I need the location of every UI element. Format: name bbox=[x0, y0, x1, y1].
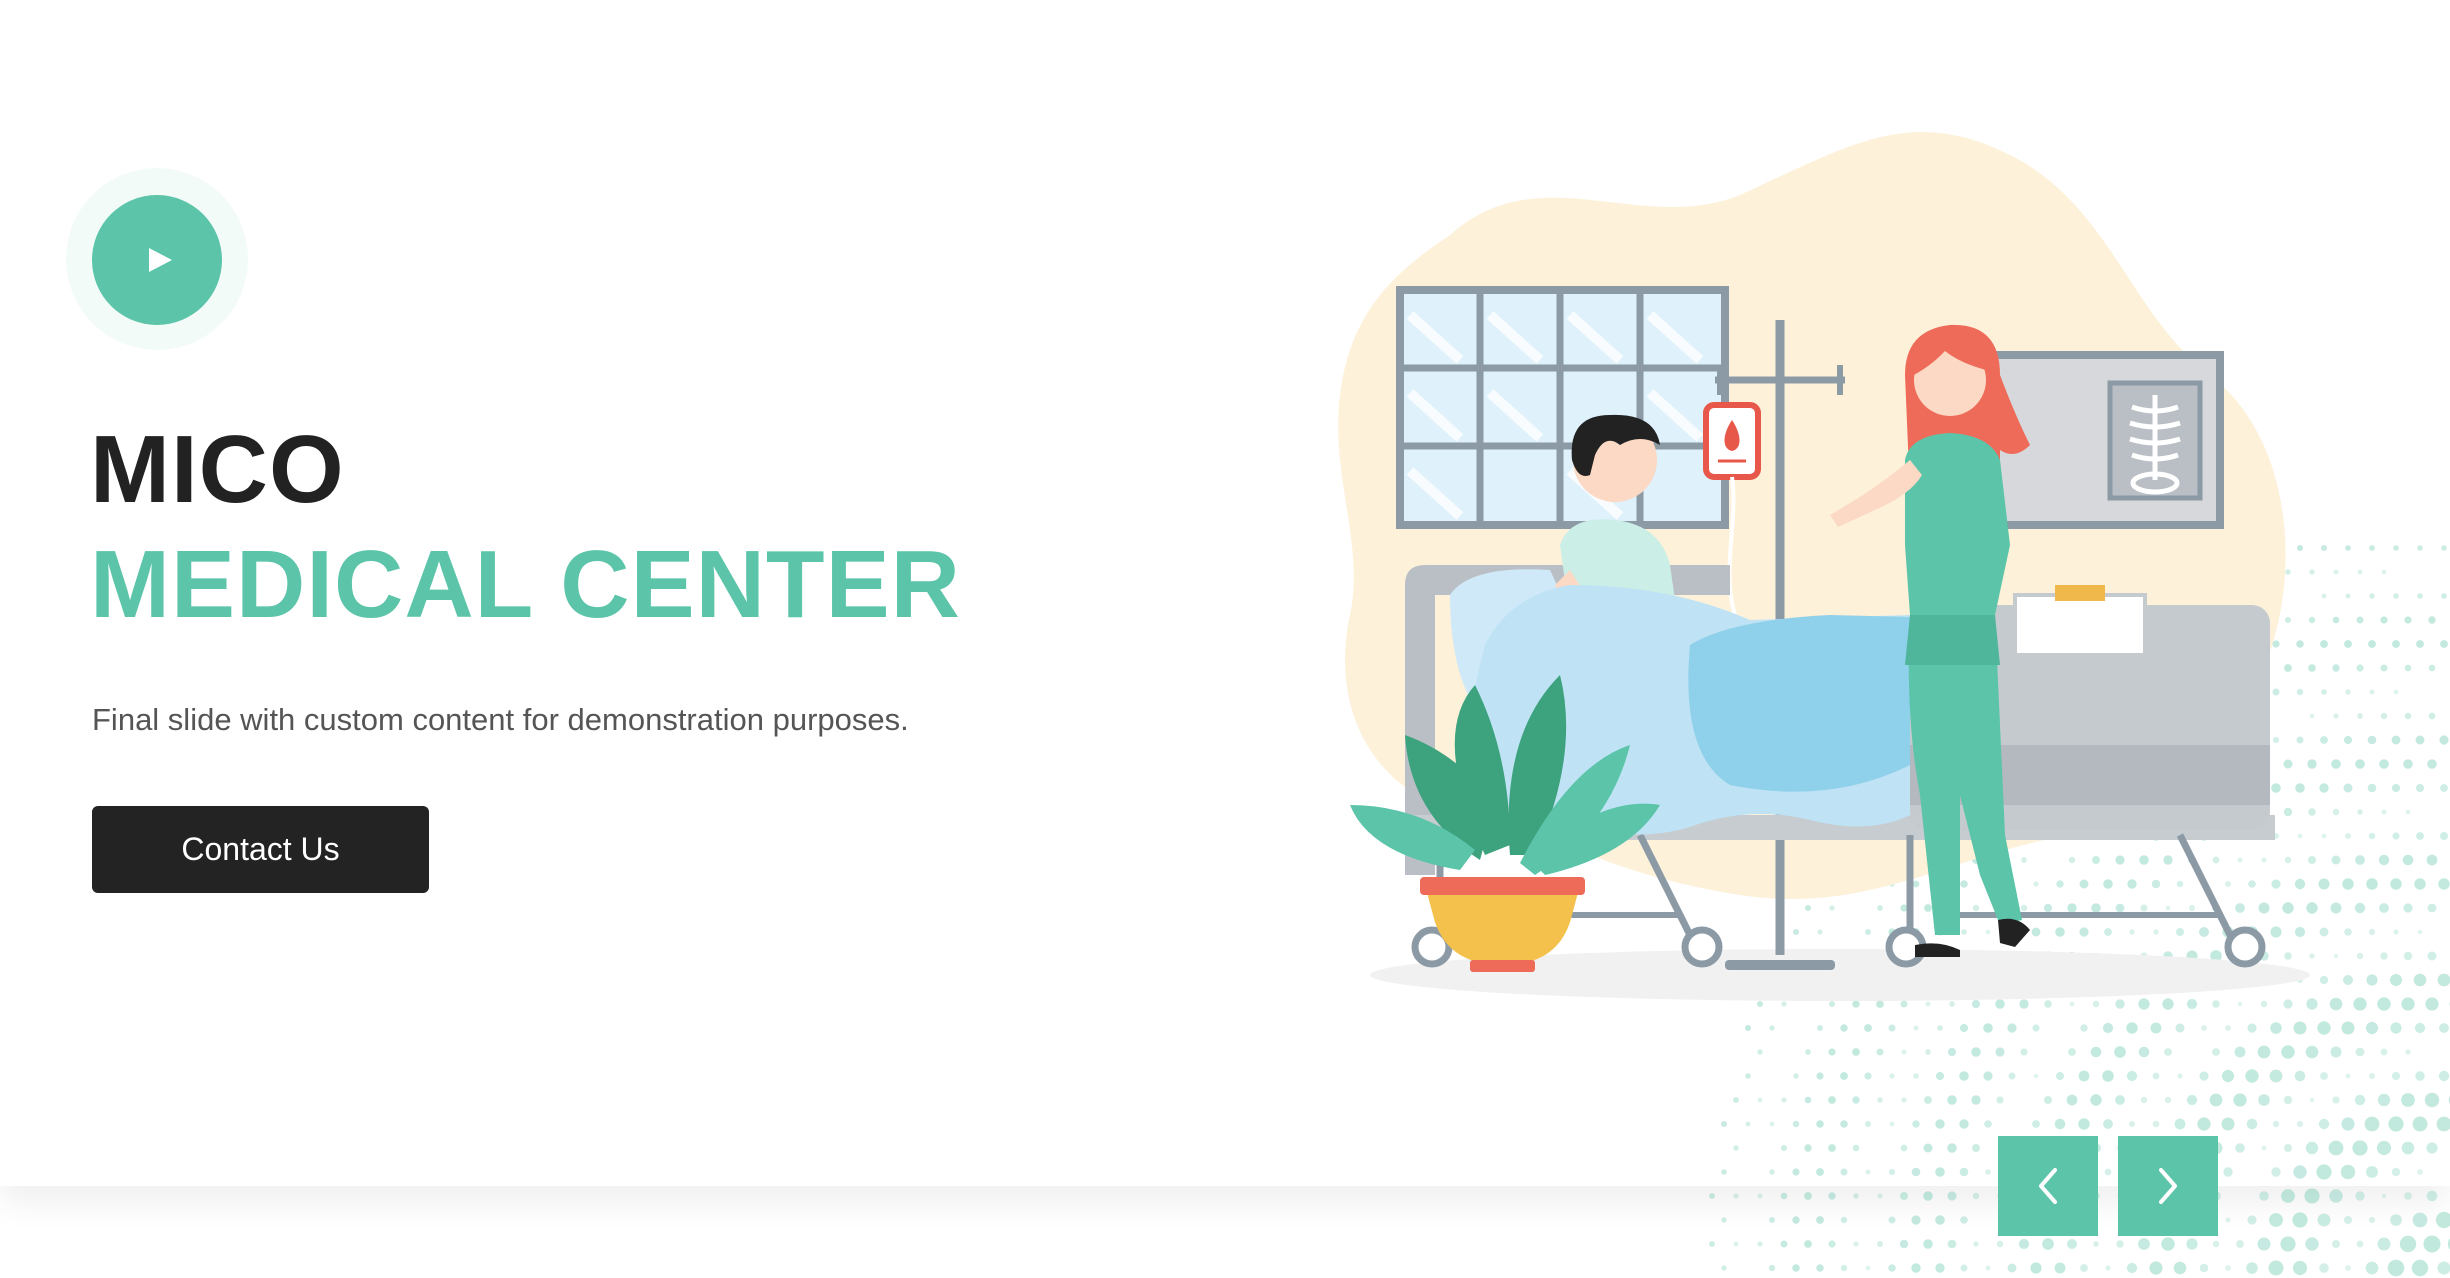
chevron-right-icon bbox=[2159, 1168, 2177, 1204]
hospital-illustration bbox=[1338, 132, 2310, 1001]
play-icon bbox=[149, 248, 172, 272]
page: MICO MEDICAL CENTER Final slide with cus… bbox=[0, 0, 2450, 1278]
chevron-left-icon bbox=[2039, 1168, 2057, 1204]
contact-us-button[interactable]: Contact Us bbox=[92, 806, 429, 893]
slider-prev-button[interactable] bbox=[1998, 1136, 2098, 1236]
hero-title-highlight: MEDICAL CENTER bbox=[90, 531, 961, 638]
hero-title: MICO bbox=[90, 416, 345, 523]
hero-subtitle: Final slide with custom content for demo… bbox=[92, 702, 909, 737]
play-video-button[interactable] bbox=[92, 195, 222, 325]
slider-next-button[interactable] bbox=[2118, 1136, 2218, 1236]
